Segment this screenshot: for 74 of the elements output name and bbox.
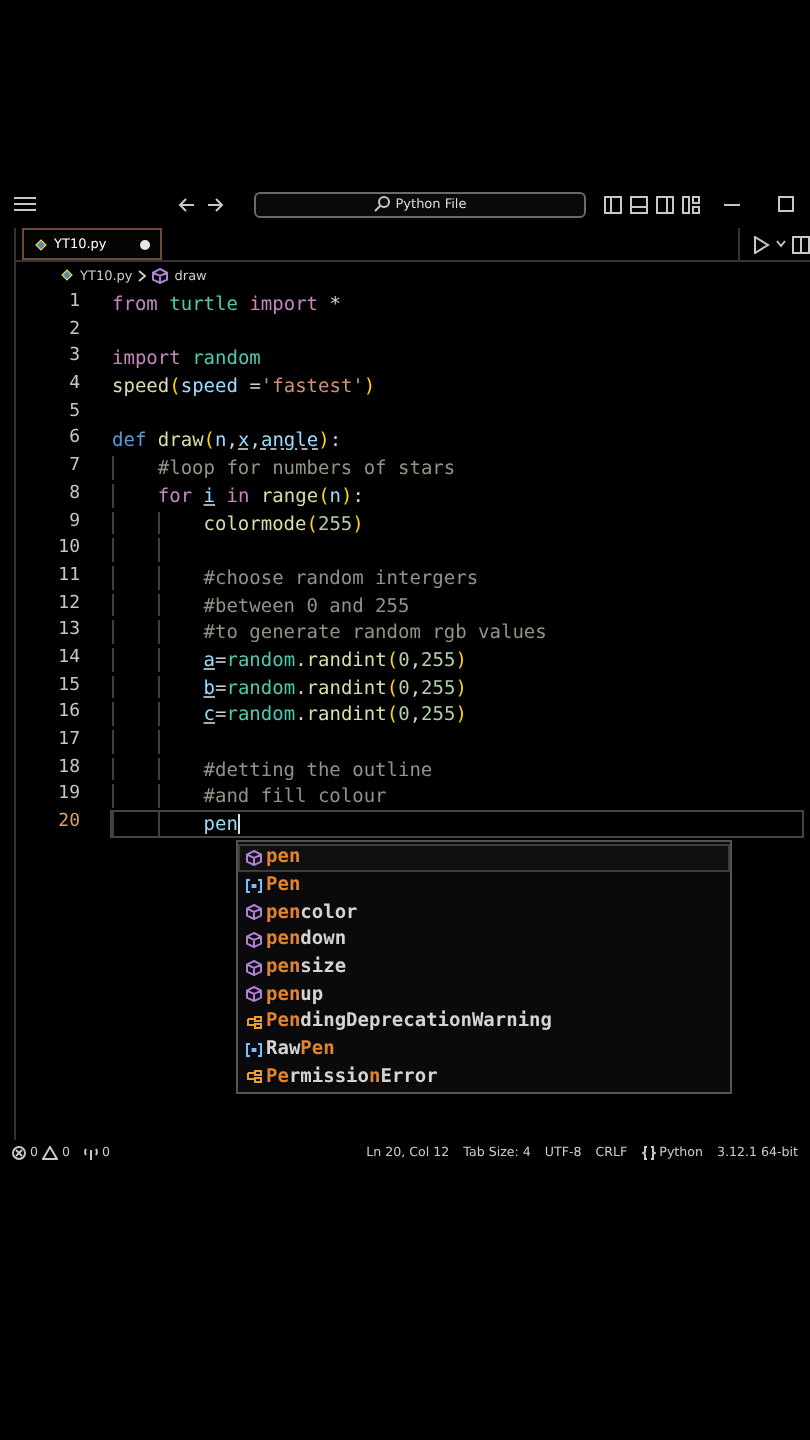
line-number: 12 [56, 591, 80, 618]
line-number: 15 [56, 673, 80, 700]
line-number: 7 [67, 454, 80, 481]
back-arrow-icon[interactable] [178, 197, 194, 211]
code-line: #loop for numbers of stars [155, 456, 456, 480]
method-cube-icon [152, 267, 169, 283]
method-cube-icon [246, 986, 262, 1003]
line-number: 8 [67, 481, 80, 508]
code-line: speed(speed ='fastest') [112, 374, 376, 398]
line-number: 19 [56, 782, 80, 809]
suggestion-item[interactable]: PendingDeprecationWarning [238, 1008, 730, 1036]
search-icon [373, 196, 390, 212]
suggestion-item[interactable]: Pen [238, 871, 730, 899]
line-number: 18 [56, 755, 80, 782]
split-editor-icon[interactable] [792, 235, 810, 253]
suggestion-item[interactable]: pencolor [238, 898, 730, 927]
maximize-icon[interactable] [778, 196, 794, 212]
chevron-icon [138, 269, 147, 281]
braces-icon [641, 1146, 656, 1160]
python-file-icon [60, 268, 74, 282]
antenna-icon [84, 1146, 99, 1160]
python-file-icon [34, 237, 48, 251]
code-line: a=random.randint(0,255) [201, 647, 467, 672]
line-number: 5 [67, 399, 80, 426]
suggestion-item[interactable]: pen [238, 844, 730, 872]
menu-icon[interactable] [14, 196, 36, 212]
code-line: import random [112, 346, 261, 371]
code-line: for i in range(n): [155, 483, 364, 507]
forward-arrow-icon[interactable] [208, 197, 224, 211]
panel-layout-icon[interactable] [630, 195, 648, 213]
code-line: c=random.randint(0,255) [201, 702, 467, 726]
suggestion-item[interactable]: RawPen [238, 1035, 730, 1063]
line-number: 20 [56, 810, 80, 837]
method-cube-icon [246, 959, 262, 976]
line-number: 3 [67, 344, 80, 371]
line-number: 1 [67, 290, 80, 316]
split-layout-icon[interactable] [656, 195, 674, 213]
code-line: #to generate random rgb values [201, 620, 547, 644]
run-icon[interactable] [752, 235, 770, 253]
class-icon [246, 1068, 262, 1085]
line-number: 17 [56, 728, 80, 754]
code-line: #detting the outline [201, 757, 433, 781]
line-number: 13 [56, 618, 80, 645]
line-number: 11 [56, 563, 80, 590]
line-number: 10 [56, 536, 80, 563]
method-cube-icon [246, 849, 262, 866]
line-number: 9 [67, 509, 80, 535]
suggestion-item[interactable]: pendown [238, 926, 730, 954]
code-line: #and fill colour [201, 784, 387, 809]
warning-icon [42, 1146, 59, 1160]
code-line: def draw(n,x,angle): [112, 428, 342, 453]
code-line: #between 0 and 255 [201, 593, 410, 617]
code-line: colormode(255) [201, 511, 364, 535]
suggestion-item[interactable]: PermissionError [238, 1063, 730, 1091]
variable-brackets-icon [246, 1041, 262, 1058]
line-number: 14 [56, 645, 80, 672]
variable-brackets-icon [246, 877, 262, 894]
code-line: #choose random intergers [201, 565, 479, 590]
suggestion-item[interactable]: penup [238, 980, 730, 1009]
caret-icon[interactable] [776, 240, 786, 248]
line-number: 16 [56, 700, 80, 727]
method-cube-icon [246, 904, 262, 921]
code-line: b=random.randint(0,255) [201, 675, 467, 699]
line-number: 4 [67, 372, 80, 399]
sidebar-layout-icon[interactable] [604, 195, 622, 213]
line-number: 6 [67, 426, 80, 453]
class-icon [246, 1013, 262, 1030]
code-line: pen [201, 812, 240, 836]
error-icon [12, 1146, 26, 1160]
customize-layout-icon[interactable] [682, 195, 700, 213]
method-cube-icon [246, 931, 262, 948]
line-number: 2 [67, 317, 80, 344]
code-line: from turtle import * [112, 292, 341, 316]
suggestion-item[interactable]: pensize [238, 953, 730, 981]
